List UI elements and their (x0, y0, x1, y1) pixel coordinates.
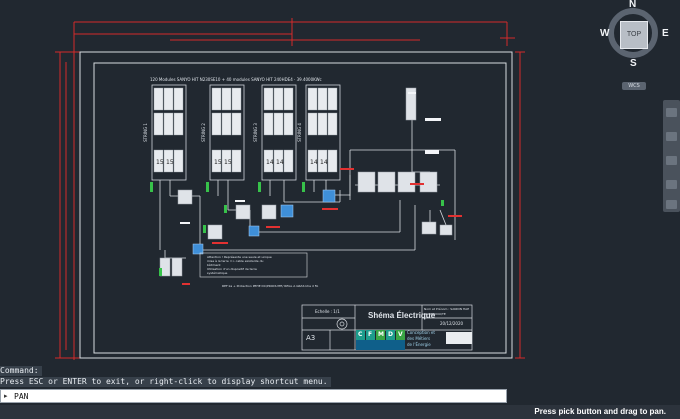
company-line: des Métiers (407, 336, 431, 341)
company-letter: V (398, 331, 403, 338)
title-block-reference: BARBEDOU/TE (424, 312, 446, 316)
drawing-canvas[interactable]: 120 Modules SANYO HIT N230SE10 + 40 modu… (0, 0, 680, 390)
modules-header: 120 Modules SANYO HIT N230SE10 + 40 modu… (150, 77, 322, 82)
module-number: 15 (224, 159, 232, 166)
module-number: 14 (320, 159, 328, 166)
navigation-bar[interactable] (663, 100, 680, 212)
status-message: Press pick button and drag to pan. (534, 407, 666, 416)
string-label-3: STRING 3 (252, 123, 258, 142)
compass-north[interactable]: N (629, 0, 636, 10)
nav-orbit-button[interactable] (666, 180, 677, 189)
module-number: 14 (276, 159, 284, 166)
compass-west[interactable]: W (600, 28, 609, 39)
command-prompt-icon: ▸ (4, 392, 8, 400)
title-block-white-block (446, 332, 472, 344)
module-number: 14 (266, 159, 274, 166)
title-block-date: 20/12/2020 (440, 321, 464, 326)
wcs-menu[interactable]: WCS (622, 82, 646, 90)
title-block-name: Nom et Prénom : SANDIN HAE (424, 307, 470, 311)
nav-fullwheel-button[interactable] (666, 108, 677, 117)
module-number: 15 (166, 159, 174, 166)
string-label-1: STRING 1 (142, 123, 148, 142)
nav-pan-button[interactable] (666, 132, 677, 141)
blue-components (192, 189, 336, 255)
module-number: 15 (214, 159, 222, 166)
company-letter: F (368, 331, 373, 338)
company-letter: D (388, 331, 393, 338)
company-line: Conception et (407, 330, 435, 335)
title-block-scale: Echelle : 1/1 (315, 309, 340, 314)
command-history-line: Command: (0, 366, 42, 376)
command-history: Command: Press ESC or ENTER to exit, or … (0, 366, 680, 388)
compass-east[interactable]: E (662, 28, 669, 39)
status-bar: Press pick button and drag to pan. (0, 405, 680, 419)
title-block-format: A3 (306, 334, 316, 342)
company-letter: M (378, 331, 384, 338)
bottom-note: REF ka + Protection PEHE DC/PRODUITE/ RE… (222, 284, 319, 288)
note-line: systématique (207, 271, 228, 275)
command-history-line: Press ESC or ENTER to exit, or right-cli… (0, 377, 331, 387)
cad-drawing (55, 18, 525, 360)
viewcube-top-face[interactable]: TOP (620, 21, 648, 49)
module-number: 14 (310, 159, 318, 166)
module-number: 15 (156, 159, 164, 166)
command-input[interactable]: PAN (14, 390, 28, 403)
nav-zoom-button[interactable] (666, 156, 677, 165)
command-line[interactable]: ▸ PAN (0, 389, 507, 403)
nav-showmotion-button[interactable] (666, 200, 677, 209)
string-label-4: STRING 4 (296, 123, 302, 142)
company-line: de l'Énergie (407, 342, 431, 347)
company-letter: C (358, 331, 363, 338)
string-label-2: STRING 2 (200, 123, 206, 142)
compass-south[interactable]: S (630, 58, 637, 69)
viewcube[interactable]: TOP N S W E WCS (596, 0, 680, 92)
